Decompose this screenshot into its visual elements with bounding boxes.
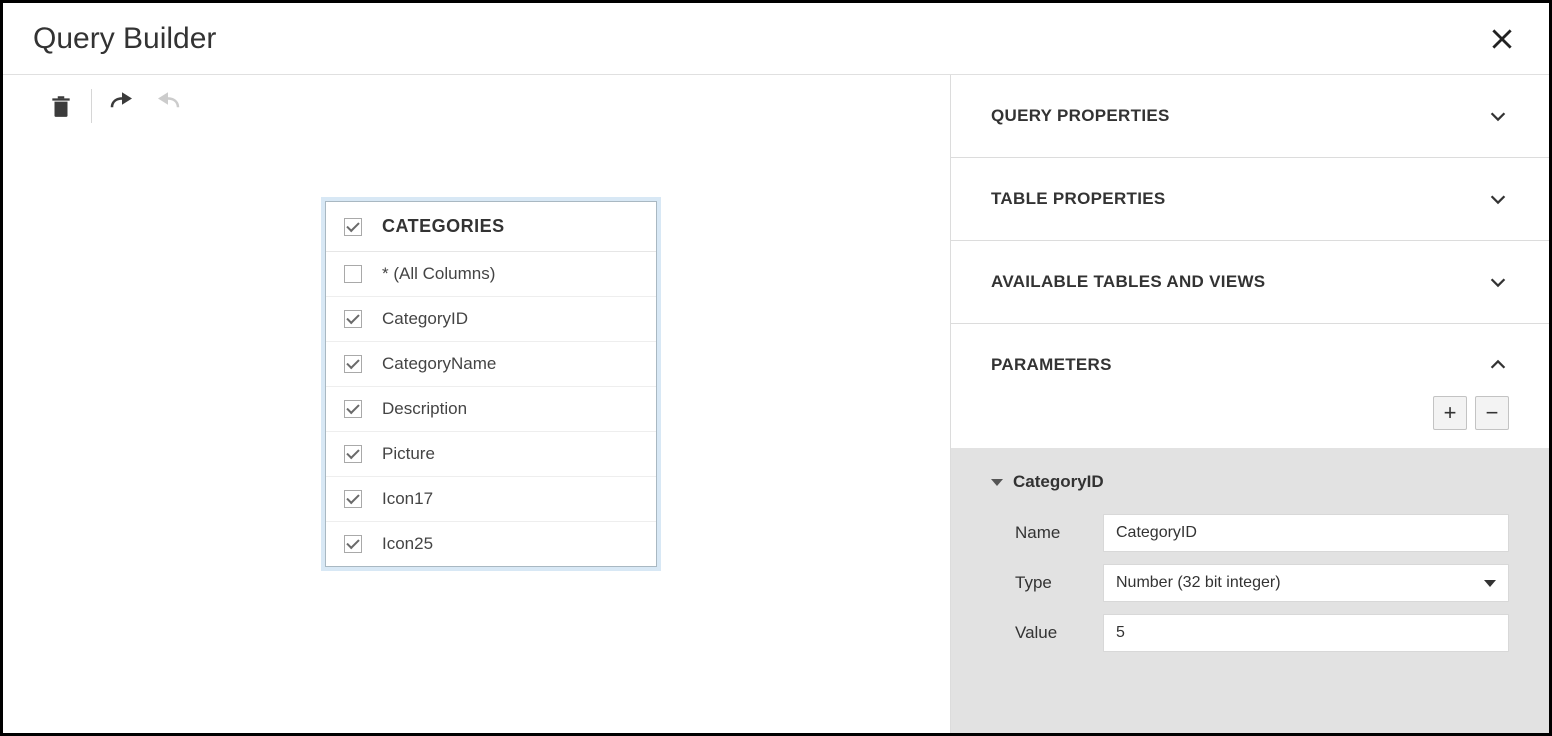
field-row-name: Name CategoryID — [991, 508, 1509, 558]
field-row-value: Value 5 — [991, 608, 1509, 658]
dialog-title: Query Builder — [33, 22, 216, 56]
field-label-value: Value — [991, 623, 1083, 643]
properties-panel: QUERY PROPERTIES TABLE PROPERTIES AVAILA… — [951, 75, 1549, 733]
dialog-header: Query Builder — [3, 3, 1549, 75]
redo-button[interactable] — [148, 86, 188, 126]
field-row-type: Type Number (32 bit integer) — [991, 558, 1509, 608]
chevron-down-icon — [1487, 188, 1509, 210]
parameter-actions: + − — [951, 396, 1549, 448]
undo-icon — [107, 91, 137, 121]
column-label: CategoryID — [382, 309, 638, 329]
table-checkbox[interactable] — [344, 218, 362, 236]
accordion-title: QUERY PROPERTIES — [991, 106, 1170, 126]
field-label-name: Name — [991, 523, 1083, 543]
accordion-header-table-properties[interactable]: TABLE PROPERTIES — [951, 158, 1549, 240]
canvas-toolbar — [3, 75, 950, 137]
column-row[interactable]: * (All Columns) — [326, 252, 656, 297]
accordion-title: TABLE PROPERTIES — [991, 189, 1166, 209]
accordion-query-properties: QUERY PROPERTIES — [951, 75, 1549, 158]
triangle-down-icon — [991, 479, 1003, 486]
parameter-heading: CategoryID — [1013, 472, 1104, 492]
accordion-header-available-tables[interactable]: AVAILABLE TABLES AND VIEWS — [951, 241, 1549, 323]
close-icon — [1489, 26, 1515, 52]
chevron-up-icon — [1487, 354, 1509, 376]
toolbar-separator — [91, 89, 92, 123]
parameter-heading-row[interactable]: CategoryID — [991, 468, 1509, 508]
column-label: CategoryName — [382, 354, 638, 374]
name-input-value: CategoryID — [1116, 524, 1496, 542]
column-checkbox[interactable] — [344, 490, 362, 508]
accordion-parameters: PARAMETERS + − CategoryID Name — [951, 324, 1549, 733]
column-row[interactable]: Picture — [326, 432, 656, 477]
accordion-header-query-properties[interactable]: QUERY PROPERTIES — [951, 75, 1549, 157]
column-label: * (All Columns) — [382, 264, 638, 284]
column-row[interactable]: CategoryName — [326, 342, 656, 387]
column-label: Picture — [382, 444, 638, 464]
column-checkbox[interactable] — [344, 535, 362, 553]
design-canvas[interactable]: CATEGORIES * (All Columns) CategoryID Ca… — [3, 75, 951, 733]
table-categories[interactable]: CATEGORIES * (All Columns) CategoryID Ca… — [325, 201, 657, 567]
column-row[interactable]: Icon17 — [326, 477, 656, 522]
undo-button[interactable] — [102, 86, 142, 126]
accordion-table-properties: TABLE PROPERTIES — [951, 158, 1549, 241]
accordion-title: PARAMETERS — [991, 355, 1112, 375]
chevron-down-icon — [1487, 105, 1509, 127]
column-label: Description — [382, 399, 638, 419]
query-builder-app: Query Builder — [0, 0, 1552, 736]
trash-icon — [48, 93, 74, 119]
column-row[interactable]: Icon25 — [326, 522, 656, 566]
name-input[interactable]: CategoryID — [1103, 514, 1509, 552]
column-row[interactable]: Description — [326, 387, 656, 432]
column-checkbox[interactable] — [344, 310, 362, 328]
accordion-header-parameters[interactable]: PARAMETERS — [951, 324, 1549, 396]
chevron-down-icon — [1487, 271, 1509, 293]
dropdown-icon — [1484, 580, 1496, 587]
table-header[interactable]: CATEGORIES — [326, 202, 656, 252]
close-button[interactable] — [1485, 22, 1519, 56]
value-input[interactable]: 5 — [1103, 614, 1509, 652]
remove-parameter-button[interactable]: − — [1475, 396, 1509, 430]
column-label: Icon17 — [382, 489, 638, 509]
field-label-type: Type — [991, 573, 1083, 593]
column-label: Icon25 — [382, 534, 638, 554]
redo-icon — [153, 91, 183, 121]
accordion-available-tables: AVAILABLE TABLES AND VIEWS — [951, 241, 1549, 324]
column-checkbox[interactable] — [344, 265, 362, 283]
value-input-value: 5 — [1116, 624, 1496, 642]
column-checkbox[interactable] — [344, 445, 362, 463]
accordion-title: AVAILABLE TABLES AND VIEWS — [991, 272, 1265, 292]
parameter-detail: CategoryID Name CategoryID Type Number (… — [951, 448, 1549, 733]
type-select[interactable]: Number (32 bit integer) — [1103, 564, 1509, 602]
add-parameter-button[interactable]: + — [1433, 396, 1467, 430]
column-checkbox[interactable] — [344, 355, 362, 373]
dialog-body: CATEGORIES * (All Columns) CategoryID Ca… — [3, 75, 1549, 733]
column-checkbox[interactable] — [344, 400, 362, 418]
delete-button[interactable] — [41, 86, 81, 126]
table-title: CATEGORIES — [382, 216, 505, 237]
column-row[interactable]: CategoryID — [326, 297, 656, 342]
type-select-value: Number (32 bit integer) — [1116, 574, 1476, 592]
